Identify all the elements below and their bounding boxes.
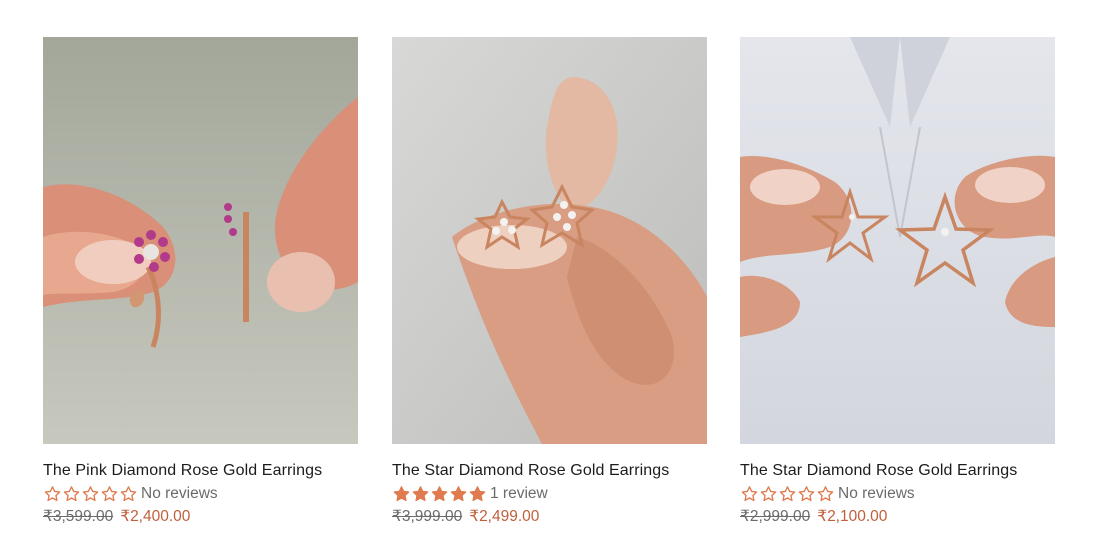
star-filled-icon [468,485,487,503]
product-rating: 1 review [392,484,707,504]
rating-stars [392,485,487,503]
star-empty-icon [759,485,778,503]
product-card[interactable]: The Pink Diamond Rose Gold Earrings No r… [43,37,358,527]
star-filled-icon [430,485,449,503]
compare-at-price: ₹3,599.00 [43,508,114,525]
product-card[interactable]: The Star Diamond Rose Gold Earrings 1 re… [392,37,707,527]
product-image [740,37,1055,444]
product-image [392,37,707,444]
product-price: ₹3,599.00 ₹2,400.00 [43,507,358,527]
sale-price: ₹2,100.00 [817,508,888,525]
product-title[interactable]: The Star Diamond Rose Gold Earrings [392,461,707,481]
review-count[interactable]: 1 review [490,485,548,503]
star-filled-icon [411,485,430,503]
product-grid: The Pink Diamond Rose Gold Earrings No r… [43,37,1056,537]
star-empty-icon [119,485,138,503]
rating-stars [740,485,835,503]
star-empty-icon [778,485,797,503]
product-price: ₹2,999.00 ₹2,100.00 [740,507,1055,527]
product-image [43,37,358,444]
star-empty-icon [816,485,835,503]
review-count[interactable]: No reviews [838,485,915,503]
product-title[interactable]: The Pink Diamond Rose Gold Earrings [43,461,358,481]
product-image-link[interactable] [43,37,358,444]
review-count[interactable]: No reviews [141,485,218,503]
star-empty-icon [797,485,816,503]
compare-at-price: ₹2,999.00 [740,508,811,525]
rating-stars [43,485,138,503]
product-rating: No reviews [740,484,1055,504]
sale-price: ₹2,499.00 [469,508,540,525]
star-empty-icon [100,485,119,503]
star-empty-icon [62,485,81,503]
sale-price: ₹2,400.00 [120,508,191,525]
compare-at-price: ₹3,999.00 [392,508,463,525]
star-filled-icon [392,485,411,503]
star-empty-icon [81,485,100,503]
product-image-link[interactable] [740,37,1055,444]
product-card[interactable]: The Star Diamond Rose Gold Earrings No r… [740,37,1055,527]
star-empty-icon [43,485,62,503]
product-image-link[interactable] [392,37,707,444]
product-price: ₹3,999.00 ₹2,499.00 [392,507,707,527]
product-rating: No reviews [43,484,358,504]
star-empty-icon [740,485,759,503]
product-title[interactable]: The Star Diamond Rose Gold Earrings [740,461,1055,481]
star-filled-icon [449,485,468,503]
